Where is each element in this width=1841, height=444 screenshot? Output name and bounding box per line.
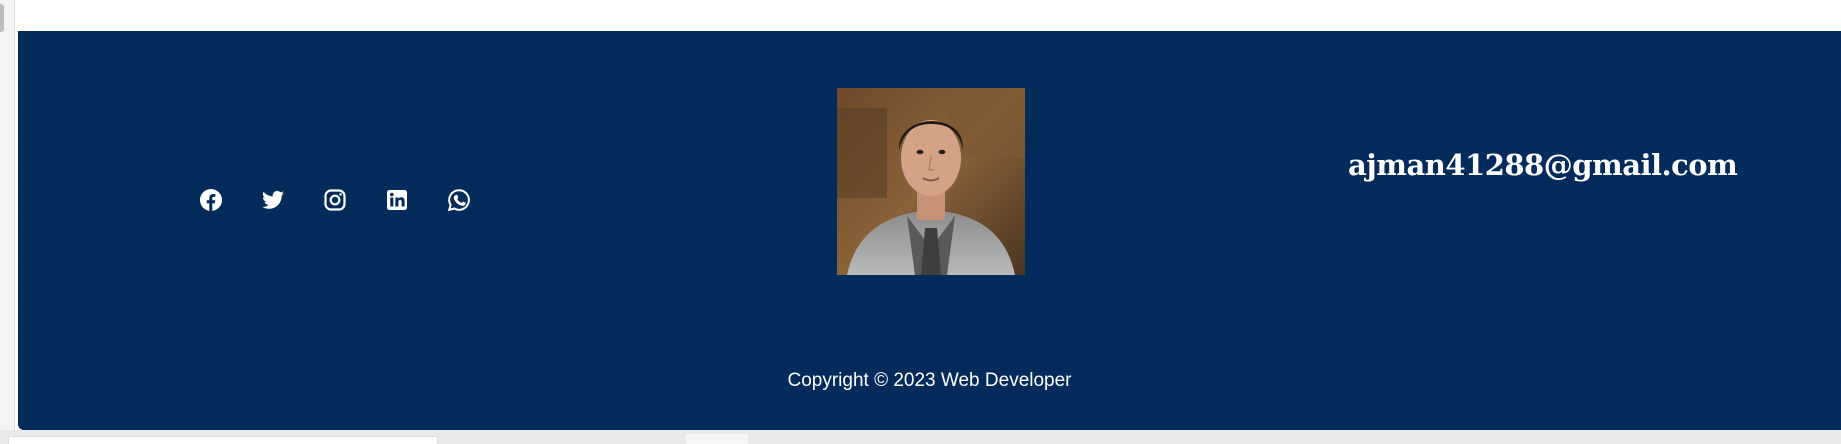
copyright-text: Copyright © 2023 Web Developer [787,370,1072,391]
linkedin-icon [387,190,407,210]
avatar [837,88,1025,275]
site-footer: ajman41288@gmail.com Copyright © 2023 We… [18,31,1841,430]
instagram-icon [324,189,346,211]
linkedin-link[interactable] [366,185,428,215]
whatsapp-icon [447,189,470,212]
facebook-icon [200,189,222,211]
profile-photo [837,88,1025,275]
contact-email[interactable]: ajman41288@gmail.com [1348,148,1738,182]
left-scrollbar-thumb[interactable] [0,4,4,32]
instagram-link[interactable] [304,185,366,215]
whatsapp-link[interactable] [428,185,490,215]
page: ajman41288@gmail.com Copyright © 2023 We… [0,0,1841,444]
bottom-scrollbar-thumb[interactable] [686,434,748,444]
twitter-link[interactable] [242,185,304,215]
social-links [180,185,490,215]
twitter-icon [262,190,284,209]
left-scrollbar-edge [0,0,15,430]
bottom-scrollbar-region [8,436,438,444]
facebook-link[interactable] [180,185,242,215]
